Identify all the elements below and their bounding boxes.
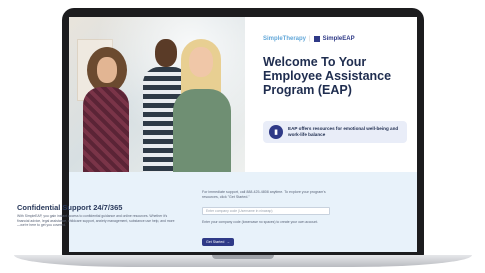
simpleeap-logo: SimpleEAP — [322, 36, 355, 42]
logo-separator: | — [309, 36, 311, 42]
person-3-face — [189, 47, 213, 77]
laptop-notch — [212, 255, 274, 259]
eap-badge-icon: ▮ — [269, 125, 283, 139]
person-1-face — [97, 57, 117, 83]
eap-info-text: EAP offers resources for emotional well-… — [288, 126, 399, 137]
person-2-head — [155, 39, 177, 67]
hero-content: SimpleTherapy | SimpleEAP Welcome To You… — [245, 17, 417, 172]
company-code-input[interactable] — [202, 207, 330, 215]
page-title: Welcome To Your Employee Assistance Prog… — [263, 55, 392, 97]
hero-photo — [69, 17, 245, 172]
support-phone-text: For immediate support, call 888-425-4808… — [202, 190, 326, 199]
support-description: With SimpleEAP, you gain instant access … — [17, 214, 175, 228]
get-started-button[interactable]: Get Started → — [202, 238, 234, 246]
get-started-label: Get Started — [206, 240, 225, 244]
person-3-body — [173, 89, 231, 172]
brand-logos[interactable]: SimpleTherapy | SimpleEAP — [263, 36, 355, 42]
person-1-body — [83, 87, 129, 172]
simpleeap-logo-icon — [313, 36, 320, 42]
simpletherapy-logo: SimpleTherapy — [263, 36, 307, 42]
eap-info-box: ▮ EAP offers resources for emotional wel… — [263, 121, 407, 143]
company-code-note: Enter your company code (lowercase no sp… — [202, 220, 319, 224]
support-title: Confidential Support 24/7/365 — [17, 203, 123, 212]
arrow-right-icon: → — [226, 240, 230, 244]
